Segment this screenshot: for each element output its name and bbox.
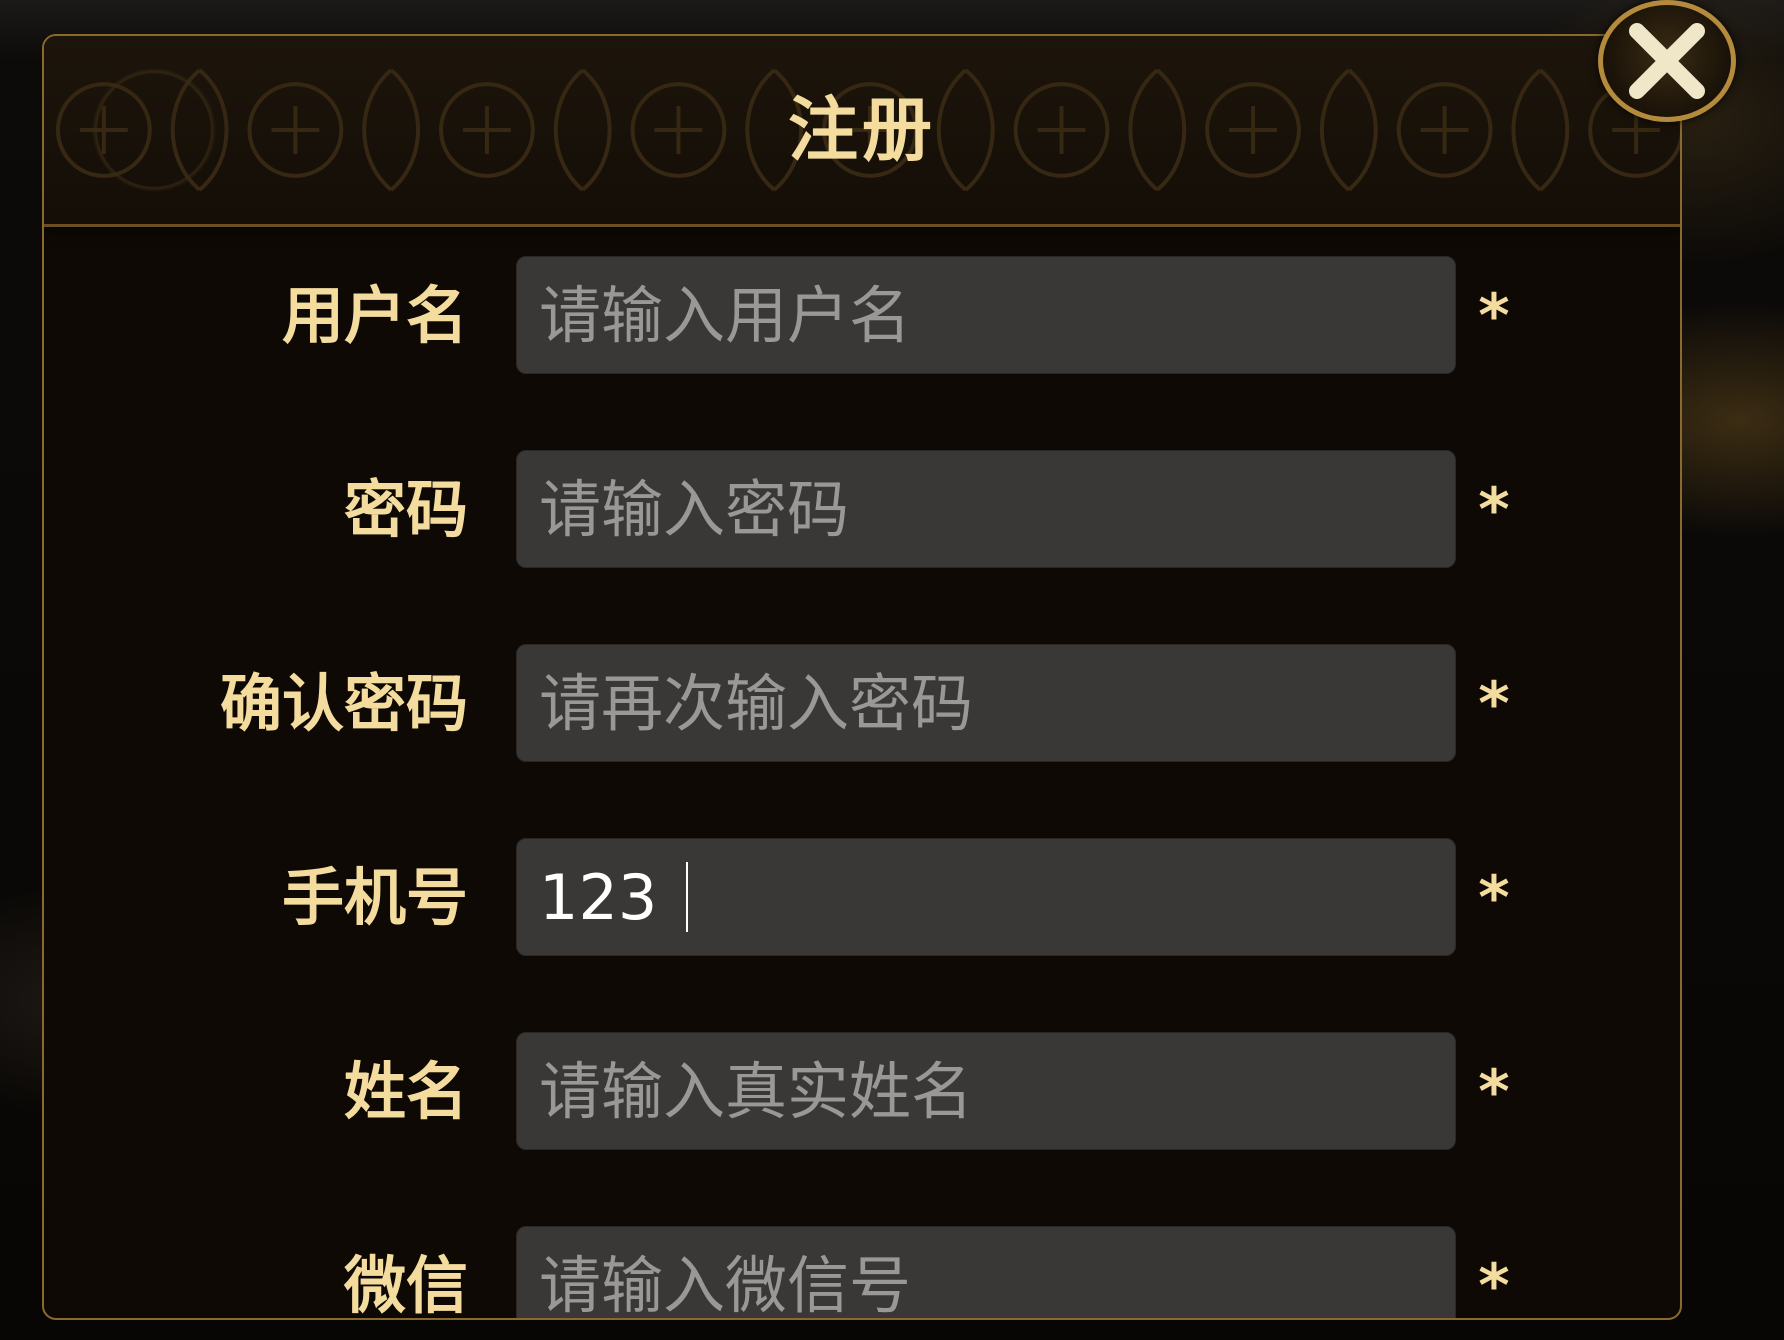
wechat-input[interactable] — [516, 1226, 1456, 1318]
required-marker: * — [1478, 475, 1510, 545]
wechat-label: 微信 — [343, 1249, 468, 1320]
required-marker: * — [1478, 1251, 1510, 1320]
username-input[interactable] — [516, 256, 1456, 374]
form-row-username: 用户名 * — [44, 256, 1680, 376]
required-marker: * — [1478, 1057, 1510, 1127]
password-label: 密码 — [343, 473, 468, 546]
form-row-confirm-password: 确认密码 * — [44, 644, 1680, 764]
form-row-name: 姓名 * — [44, 1032, 1680, 1152]
dialog-header: 注册 — [44, 36, 1680, 227]
register-dialog: 注册 用户名 * 密码 * 确认密码 * 手机号 * 姓名 * — [42, 34, 1682, 1320]
required-marker: * — [1478, 863, 1510, 933]
phone-label: 手机号 — [281, 861, 468, 934]
form-body: 用户名 * 密码 * 确认密码 * 手机号 * 姓名 * 微信 — [44, 226, 1680, 1320]
confirm-password-label: 确认密码 — [219, 667, 468, 740]
form-row-phone: 手机号 * — [44, 838, 1680, 958]
confirm-password-input[interactable] — [516, 644, 1456, 762]
close-icon — [1629, 23, 1705, 99]
password-input[interactable] — [516, 450, 1456, 568]
required-marker: * — [1478, 281, 1510, 351]
name-input[interactable] — [516, 1032, 1456, 1150]
phone-input[interactable] — [516, 838, 1456, 956]
form-row-wechat: 微信 * — [44, 1226, 1680, 1320]
text-caret — [686, 862, 688, 932]
required-marker: * — [1478, 669, 1510, 739]
name-label: 姓名 — [343, 1055, 468, 1128]
form-row-password: 密码 * — [44, 450, 1680, 570]
username-label: 用户名 — [281, 279, 468, 352]
close-button[interactable] — [1598, 0, 1736, 122]
dialog-title: 注册 — [788, 89, 936, 171]
